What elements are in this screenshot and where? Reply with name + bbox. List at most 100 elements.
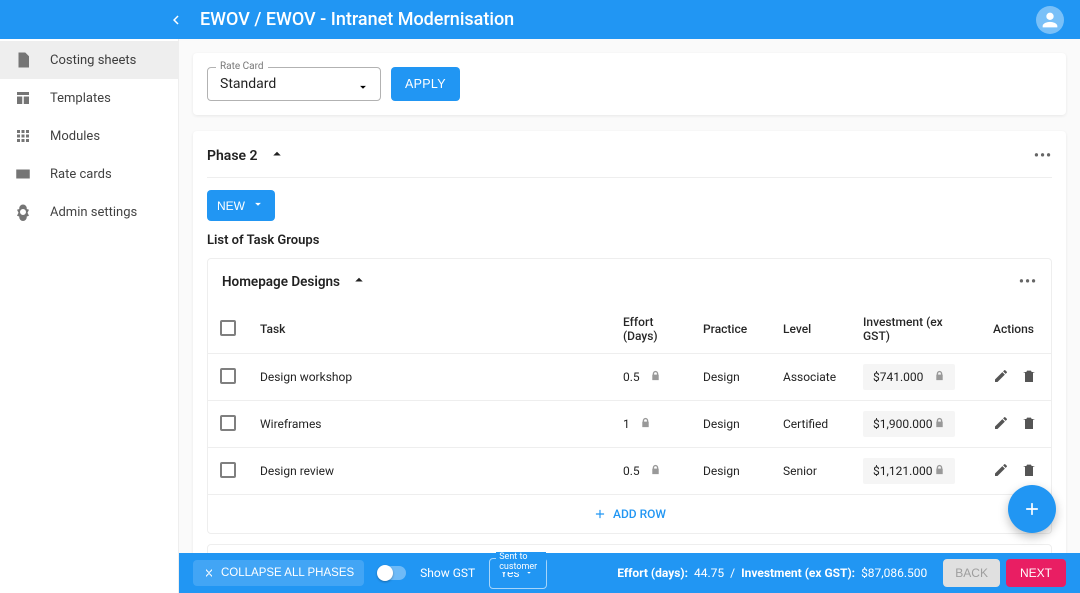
cell-task: Design review <box>248 448 611 495</box>
template-icon <box>14 89 32 107</box>
col-actions: Actions <box>981 305 1051 354</box>
rate-card-floating-label: Rate Card <box>216 61 268 72</box>
task-table: Task Effort (Days) Practice Level Invest… <box>208 305 1051 495</box>
app-header: EWOV / EWOV - Intranet Modernisation <box>0 0 1080 39</box>
col-practice: Practice <box>691 305 771 354</box>
table-row: Wireframes 1 Design Certified $1,900.000 <box>208 401 1051 448</box>
col-investment: Investment (ex GST) <box>851 305 981 354</box>
cell-task: Design workshop <box>248 354 611 401</box>
sent-to-customer-label: Sent to customer <box>496 552 546 572</box>
select-all-checkbox[interactable] <box>220 320 236 336</box>
new-button[interactable]: NEW <box>207 190 275 221</box>
delete-button[interactable] <box>1021 462 1037 481</box>
sidebar-item-admin-settings[interactable]: Admin settings <box>0 193 178 231</box>
delete-button[interactable] <box>1021 415 1037 434</box>
cell-actions <box>981 354 1051 401</box>
sidebar-item-label: Costing sheets <box>50 53 136 68</box>
show-gst-label: Show GST <box>420 566 475 580</box>
main-content: Rate Card Standard APPLY Phase 2 ••• NEW <box>179 39 1080 593</box>
edit-button[interactable] <box>993 415 1009 434</box>
modules-icon <box>14 127 32 145</box>
lock-icon <box>934 370 945 384</box>
sidebar-item-templates[interactable]: Templates <box>0 79 178 117</box>
footer-separator: / <box>730 566 735 580</box>
col-effort: Effort (Days) <box>611 305 691 354</box>
sidebar-item-label: Admin settings <box>50 205 137 220</box>
document-icon <box>14 51 32 69</box>
task-group-title: Homepage Designs <box>222 274 340 290</box>
sidebar-item-modules[interactable]: Modules <box>0 117 178 155</box>
chevron-up-icon[interactable] <box>350 271 368 293</box>
cell-level: Senior <box>771 448 851 495</box>
rate-card-selector: Rate Card Standard APPLY <box>193 53 1066 115</box>
avatar[interactable] <box>1036 6 1064 34</box>
cell-actions <box>981 401 1051 448</box>
plus-icon <box>1022 499 1042 519</box>
chevron-down-icon <box>356 80 370 98</box>
lock-icon <box>650 464 661 478</box>
rate-card-value: Standard <box>220 76 276 92</box>
cell-investment: $1,121.000 <box>851 448 981 495</box>
bottom-bar: COLLAPSE ALL PHASES Show GST Sent to cus… <box>179 553 1080 593</box>
cell-effort: 1 <box>611 401 691 448</box>
phase-title: Phase 2 <box>207 148 258 164</box>
lock-icon <box>640 417 651 431</box>
row-checkbox[interactable] <box>220 368 236 384</box>
fab-add-button[interactable] <box>1008 485 1056 533</box>
add-row-button[interactable]: ADD ROW <box>208 495 1051 533</box>
ratecards-icon <box>14 165 32 183</box>
sidebar-item-rate-cards[interactable]: Rate cards <box>0 155 178 193</box>
apply-button[interactable]: APPLY <box>391 67 460 101</box>
page-title: EWOV / EWOV - Intranet Modernisation <box>200 9 514 30</box>
sidebar: Costing sheets Templates Modules Rate ca… <box>0 39 179 593</box>
task-groups-heading: List of Task Groups <box>207 233 1052 248</box>
cell-investment: $1,900.000 <box>851 401 981 448</box>
footer-effort-label: Effort (days): <box>617 566 688 580</box>
rate-card-select[interactable]: Rate Card Standard <box>207 67 381 101</box>
back-button[interactable] <box>156 0 196 40</box>
collapse-icon <box>203 567 215 579</box>
footer-effort-value: 44.75 <box>694 566 724 580</box>
footer-investment-value: $87,086.500 <box>861 566 927 580</box>
sidebar-item-costing-sheets[interactable]: Costing sheets <box>0 41 178 79</box>
lock-icon <box>934 417 945 431</box>
collapse-label: COLLAPSE ALL PHASES <box>221 567 354 579</box>
sidebar-item-label: Templates <box>50 91 111 106</box>
show-gst-toggle[interactable] <box>378 566 406 580</box>
cell-effort: 0.5 <box>611 354 691 401</box>
cell-effort: 0.5 <box>611 448 691 495</box>
back-button[interactable]: BACK <box>943 559 1000 587</box>
cell-investment: $741.000 <box>851 354 981 401</box>
collapse-all-phases-button[interactable]: COLLAPSE ALL PHASES <box>193 560 364 586</box>
table-row: Design workshop 0.5 Design Associate $74… <box>208 354 1051 401</box>
row-checkbox[interactable] <box>220 415 236 431</box>
chevron-up-icon[interactable] <box>268 145 286 167</box>
plus-icon <box>593 507 607 521</box>
cell-task: Wireframes <box>248 401 611 448</box>
sidebar-item-label: Modules <box>50 129 100 144</box>
lock-icon <box>934 464 945 478</box>
add-row-label: ADD ROW <box>613 507 666 521</box>
phase-more-menu[interactable]: ••• <box>1034 148 1052 164</box>
admin-icon <box>14 203 32 221</box>
col-task: Task <box>248 305 611 354</box>
lock-icon <box>650 370 661 384</box>
phase-card: Phase 2 ••• NEW List of Task Groups Home… <box>193 131 1066 593</box>
cell-level: Certified <box>771 401 851 448</box>
edit-button[interactable] <box>993 368 1009 387</box>
footer-investment-label: Investment (ex GST): <box>741 566 855 580</box>
task-group-more-menu[interactable]: ••• <box>1019 274 1037 290</box>
chevron-down-icon <box>251 197 265 214</box>
delete-button[interactable] <box>1021 368 1037 387</box>
row-checkbox[interactable] <box>220 462 236 478</box>
next-button[interactable]: NEXT <box>1006 559 1066 587</box>
col-level: Level <box>771 305 851 354</box>
new-button-label: NEW <box>217 199 245 213</box>
edit-button[interactable] <box>993 462 1009 481</box>
sent-to-customer-select[interactable]: Sent to customer Yes <box>489 558 547 589</box>
cell-practice: Design <box>691 401 771 448</box>
task-group: Homepage Designs ••• Task Effort (Days) … <box>207 258 1052 534</box>
table-row: Design review 0.5 Design Senior $1,121.0… <box>208 448 1051 495</box>
sidebar-item-label: Rate cards <box>50 167 112 182</box>
cell-level: Associate <box>771 354 851 401</box>
